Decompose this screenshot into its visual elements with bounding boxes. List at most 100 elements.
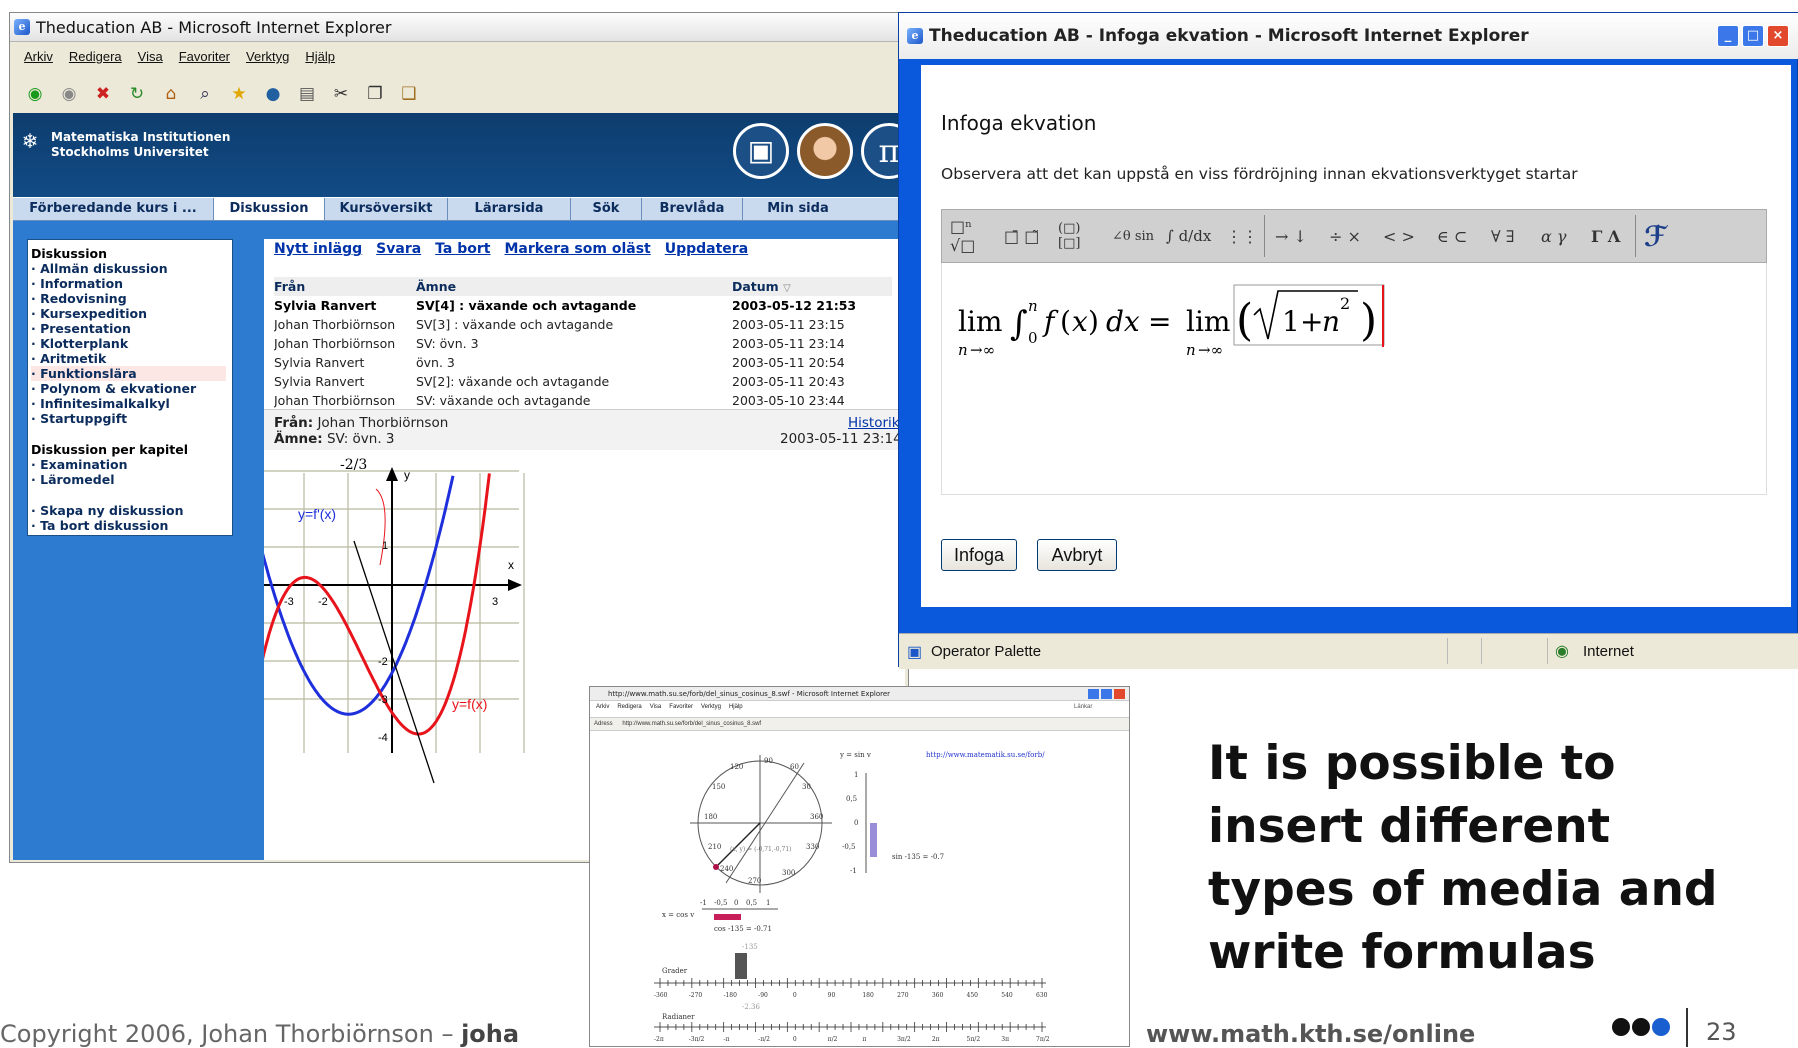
palette-button[interactable]: Γ Λ bbox=[1591, 227, 1631, 246]
palette-button[interactable]: ∫ d/dx bbox=[1166, 227, 1218, 245]
history-link[interactable]: Historik bbox=[848, 415, 900, 431]
main-titlebar[interactable]: e Theducation AB - Microsoft Internet Ex… bbox=[10, 13, 908, 42]
tab-teacher[interactable]: Lärarsida bbox=[448, 198, 571, 220]
media-icon[interactable]: ● bbox=[262, 84, 284, 104]
back-icon[interactable]: ◉ bbox=[24, 84, 46, 104]
col-subject[interactable]: Ämne bbox=[416, 277, 732, 296]
tab-my-page[interactable]: Min sida bbox=[743, 198, 853, 220]
settings-icon[interactable]: ℱ bbox=[1644, 220, 1667, 253]
tab-overview[interactable]: Kursöversikt bbox=[325, 198, 448, 220]
minimize-button[interactable] bbox=[1088, 689, 1099, 699]
sidebar-item[interactable]: · Läromedel bbox=[31, 472, 232, 487]
palette-button[interactable]: ⋮⋮ bbox=[1226, 227, 1258, 246]
insert-button[interactable]: Infoga bbox=[941, 539, 1017, 571]
address-input[interactable]: http://www.math.su.se/forb/del_sinus_cos… bbox=[622, 721, 761, 727]
palette-button[interactable]: ∀ ∃ bbox=[1491, 227, 1531, 246]
palette-button[interactable]: ∠θ sin bbox=[1112, 229, 1160, 244]
col-date[interactable]: Datum ▽ bbox=[732, 277, 892, 296]
dialog-titlebar[interactable]: e Theducation AB - Infoga ekvation - Mic… bbox=[899, 13, 1798, 59]
refresh-link[interactable]: Uppdatera bbox=[665, 241, 748, 257]
table-row[interactable]: Sylvia Ranvert övn. 3 2003-05-11 20:54 bbox=[274, 353, 892, 372]
ruler-label: 90 bbox=[828, 992, 836, 999]
palette-button[interactable]: < > bbox=[1383, 227, 1427, 246]
search-icon[interactable]: ⌕ bbox=[194, 84, 216, 104]
cos-tick: -1 bbox=[700, 899, 707, 907]
menu-item[interactable]: Arkiv bbox=[24, 49, 53, 64]
menu-item[interactable]: Hjälp bbox=[305, 49, 335, 64]
sidebar-item[interactable]: · Presentation bbox=[31, 321, 232, 336]
close-button[interactable]: × bbox=[1767, 25, 1789, 47]
refresh-icon[interactable]: ↻ bbox=[126, 84, 148, 104]
sidebar-item[interactable]: · Redovisning bbox=[31, 291, 232, 306]
print-icon[interactable]: ▤ bbox=[296, 84, 318, 104]
equation-editor[interactable]: lim n →∞ ∫ n 0 f ( x ) dx = lim n →∞ (1… bbox=[941, 263, 1767, 495]
cut-icon[interactable]: ✂ bbox=[330, 84, 352, 104]
menu-item[interactable]: Favoriter bbox=[179, 49, 230, 64]
annotation-label: -2/3 bbox=[340, 457, 367, 473]
sidebar-item[interactable]: · Infinitesimalkalkyl bbox=[31, 396, 232, 411]
tab-discussion[interactable]: Diskussion bbox=[214, 198, 325, 220]
table-row[interactable]: Johan Thorbiörnson SV[3] : växande och av… bbox=[274, 315, 892, 334]
sidebar-item-selected[interactable]: · Funktionslära bbox=[31, 366, 226, 381]
palette-button[interactable]: ÷ × bbox=[1329, 227, 1373, 246]
flash-links-label[interactable]: Länkar bbox=[1074, 704, 1092, 710]
mark-unread-link[interactable]: Markera som oläst bbox=[504, 241, 650, 257]
table-row[interactable]: Sylvia Ranvert SV[4] : växande och avtaga… bbox=[274, 296, 892, 315]
menu-item[interactable]: Redigera bbox=[617, 704, 641, 710]
home-icon[interactable]: ⌂ bbox=[160, 84, 182, 104]
menu-item[interactable]: Favoriter bbox=[669, 704, 693, 710]
menu-item[interactable]: Hjälp bbox=[729, 704, 743, 710]
palette-button[interactable]: (□) [□] bbox=[1058, 221, 1106, 251]
sidebar-item[interactable]: · Ta bort diskussion bbox=[31, 518, 232, 533]
sin-bar bbox=[870, 823, 877, 857]
table-row[interactable]: Sylvia Ranvert SV[2]: växande och avtagan… bbox=[274, 372, 892, 391]
stop-icon[interactable]: ✖ bbox=[92, 84, 114, 104]
palette-button[interactable]: ∈ ⊂ bbox=[1437, 227, 1481, 246]
palette-button[interactable]: α γ bbox=[1541, 227, 1581, 246]
menu-item[interactable]: Verktyg bbox=[246, 49, 289, 64]
palette-button[interactable]: □ⁿ √□ bbox=[950, 217, 998, 255]
svg-text:→∞: →∞ bbox=[970, 341, 995, 359]
delete-link[interactable]: Ta bort bbox=[435, 241, 490, 257]
footer-url[interactable]: www.math.kth.se/online bbox=[1146, 1020, 1475, 1048]
sidebar-item[interactable]: · Kursexpedition bbox=[31, 306, 232, 321]
cancel-button[interactable]: Avbryt bbox=[1037, 539, 1117, 571]
flash-titlebar[interactable]: http://www.math.su.se/forb/del_sinus_cos… bbox=[590, 687, 1129, 701]
sidebar-item[interactable]: · Aritmetik bbox=[31, 351, 232, 366]
menu-item[interactable]: Verktyg bbox=[701, 704, 721, 710]
menu-item[interactable]: Visa bbox=[650, 704, 662, 710]
forward-icon[interactable]: ◉ bbox=[58, 84, 80, 104]
sidebar-item[interactable]: · Skapa ny diskussion bbox=[31, 503, 232, 518]
circle-label: 360 bbox=[810, 813, 823, 821]
maximize-button[interactable]: □ bbox=[1742, 25, 1764, 47]
favorites-icon[interactable]: ★ bbox=[228, 84, 250, 104]
col-from[interactable]: Från bbox=[274, 277, 416, 296]
copy-icon[interactable]: ❐ bbox=[364, 84, 386, 104]
palette-button[interactable]: □̄ □̃ bbox=[1004, 227, 1052, 246]
degree-slider[interactable] bbox=[735, 953, 747, 979]
sidebar-item[interactable]: · Polynom & ekvationer bbox=[31, 381, 232, 396]
sin-value: sin -135 = -0.7 bbox=[892, 853, 944, 861]
maximize-button[interactable] bbox=[1101, 689, 1112, 699]
sidebar-item[interactable]: · Information bbox=[31, 276, 232, 291]
tab-mailbox[interactable]: Brevlåda bbox=[642, 198, 743, 220]
palette-button[interactable]: → ↓ bbox=[1275, 227, 1319, 246]
menu-item[interactable]: Visa bbox=[138, 49, 163, 64]
table-row[interactable]: Johan Thorbiörnson SV: växande och avtaga… bbox=[274, 391, 892, 410]
reply-link[interactable]: Svara bbox=[376, 241, 421, 257]
minimize-button[interactable]: _ bbox=[1717, 25, 1739, 47]
tab-course[interactable]: Förberedande kurs i ... bbox=[13, 198, 214, 220]
sidebar-item[interactable]: · Allmän diskussion bbox=[31, 261, 232, 276]
menu-item[interactable]: Redigera bbox=[69, 49, 122, 64]
ruler-label: 180 bbox=[862, 992, 874, 999]
menu-item[interactable]: Arkiv bbox=[596, 704, 609, 710]
tab-search[interactable]: Sök bbox=[571, 198, 642, 220]
sidebar-item[interactable]: · Klotterplank bbox=[31, 336, 232, 351]
paste-icon[interactable]: ❑ bbox=[398, 84, 420, 104]
new-post-link[interactable]: Nytt inlägg bbox=[274, 241, 362, 257]
table-row[interactable]: Johan Thorbiörnson SV: övn. 3 2003-05-11 2… bbox=[274, 334, 892, 353]
site-link[interactable]: http://www.matematik.su.se/forb/ bbox=[926, 751, 1045, 759]
sidebar-item[interactable]: · Examination bbox=[31, 457, 232, 472]
close-button[interactable] bbox=[1114, 689, 1125, 699]
sidebar-item[interactable]: · Startuppgift bbox=[31, 411, 232, 426]
